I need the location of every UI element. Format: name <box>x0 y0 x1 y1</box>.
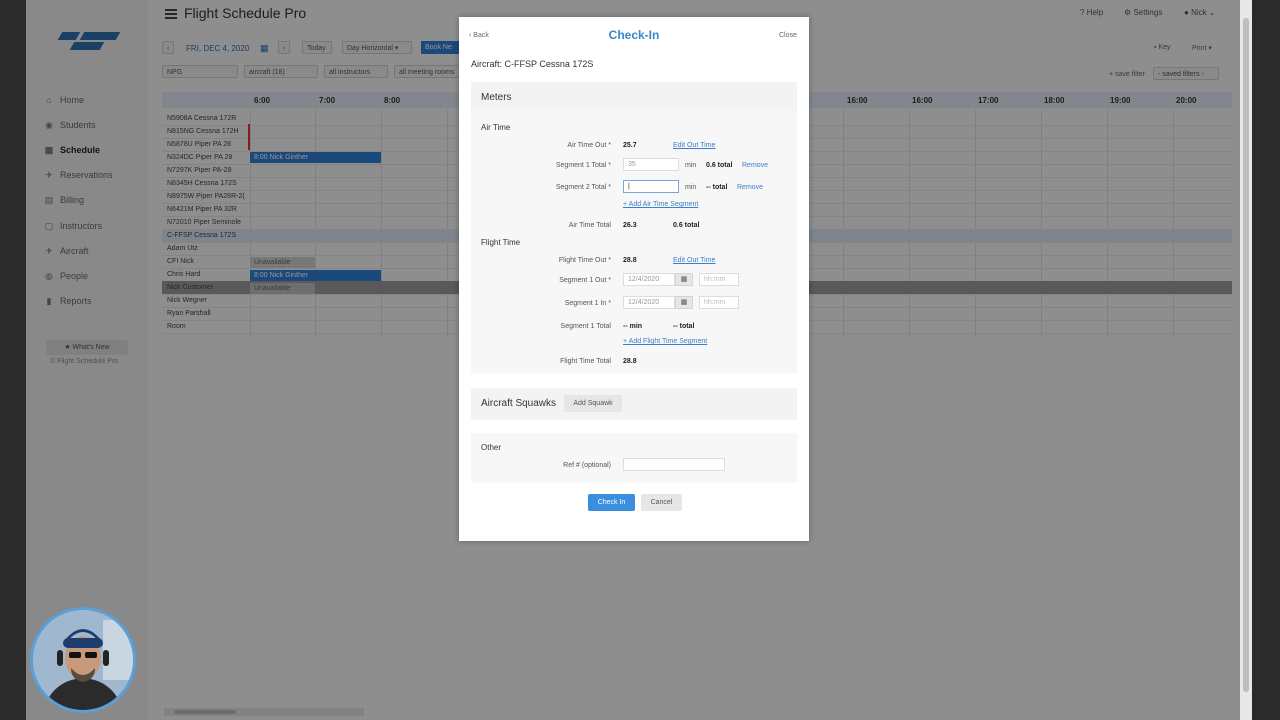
air-time-total-value: 26.3 <box>623 222 637 229</box>
air-segment2-unit: min <box>685 184 697 191</box>
flight-segment1-out-time[interactable]: hh:mm <box>699 273 739 286</box>
close-link[interactable]: Close <box>779 32 797 39</box>
air-segment1-total: 0.6 total <box>706 162 733 169</box>
flight-segment1-total: -- total <box>673 323 695 330</box>
air-time-heading: Air Time <box>481 123 511 132</box>
ref-number-label: Ref # (optional) <box>563 462 611 469</box>
squawks-title: Aircraft Squawks <box>481 398 557 409</box>
webcam-overlay <box>30 607 136 713</box>
meters-title: Meters <box>481 92 512 103</box>
air-time-out-label: Air Time Out * <box>567 142 611 149</box>
other-title: Other <box>481 443 502 452</box>
flight-time-total-value: 28.8 <box>623 358 637 365</box>
check-in-button[interactable]: Check In <box>588 494 635 511</box>
add-flight-time-segment-link[interactable]: + Add Flight Time Segment <box>623 338 707 345</box>
calendar-icon[interactable]: ▦ <box>675 273 693 286</box>
air-segment2-label: Segment 2 Total * <box>555 184 611 191</box>
air-segment1-unit: min <box>685 162 697 169</box>
flight-time-heading: Flight Time <box>481 238 521 247</box>
remove-air-segment2-link[interactable]: Remove <box>737 184 763 191</box>
aircraft-label: Aircraft: C-FFSP Cessna 172S <box>471 59 594 69</box>
air-time-out-value: 25.7 <box>623 142 637 149</box>
flight-segment1-in-date[interactable]: 12/4/2020 <box>623 296 675 309</box>
meters-header: Meters <box>471 82 797 111</box>
air-segment2-total: -- total <box>706 184 728 191</box>
flight-segment1-out-label: Segment 1 Out * <box>559 277 611 284</box>
flight-segment1-total-label: Segment 1 Total <box>560 323 611 330</box>
air-segment1-input[interactable]: 35 <box>623 158 679 171</box>
squawks-section: Aircraft Squawks Add Squawk <box>471 388 797 420</box>
air-segment2-input[interactable]: | <box>623 180 679 193</box>
air-time-total-hours: 0.6 total <box>673 222 700 229</box>
flight-time-out-label: Flight Time Out * <box>558 257 611 264</box>
scroll-thumb[interactable] <box>1243 18 1249 692</box>
flight-segment1-in-time[interactable]: hh:mm <box>699 296 739 309</box>
add-squawk-button[interactable]: Add Squawk <box>564 395 622 412</box>
add-air-time-segment-link[interactable]: + Add Air Time Segment <box>623 201 698 208</box>
flight-segment1-out-date[interactable]: 12/4/2020 <box>623 273 675 286</box>
air-time-total-label: Air Time Total <box>568 222 611 229</box>
ref-number-input[interactable] <box>623 458 725 471</box>
edit-air-out-time-link[interactable]: Edit Out Time <box>673 142 715 149</box>
flight-segment1-total-min: -- min <box>623 323 643 330</box>
calendar-icon[interactable]: ▦ <box>675 296 693 309</box>
remove-air-segment1-link[interactable]: Remove <box>742 162 768 169</box>
air-segment1-label: Segment 1 Total * <box>555 162 611 169</box>
check-in-dialog: ‹ Back Check-In Close Aircraft: C-FFSP C… <box>459 17 809 541</box>
dialog-title: Check-In <box>608 28 660 42</box>
edit-flight-out-time-link[interactable]: Edit Out Time <box>673 257 715 264</box>
cancel-button[interactable]: Cancel <box>641 494 682 511</box>
flight-segment1-in-label: Segment 1 In * <box>564 300 611 307</box>
flight-time-total-label: Flight Time Total <box>560 358 611 365</box>
flight-time-out-value: 28.8 <box>623 257 637 264</box>
vertical-scrollbar[interactable] <box>1240 0 1252 720</box>
presenter-avatar <box>33 610 133 710</box>
